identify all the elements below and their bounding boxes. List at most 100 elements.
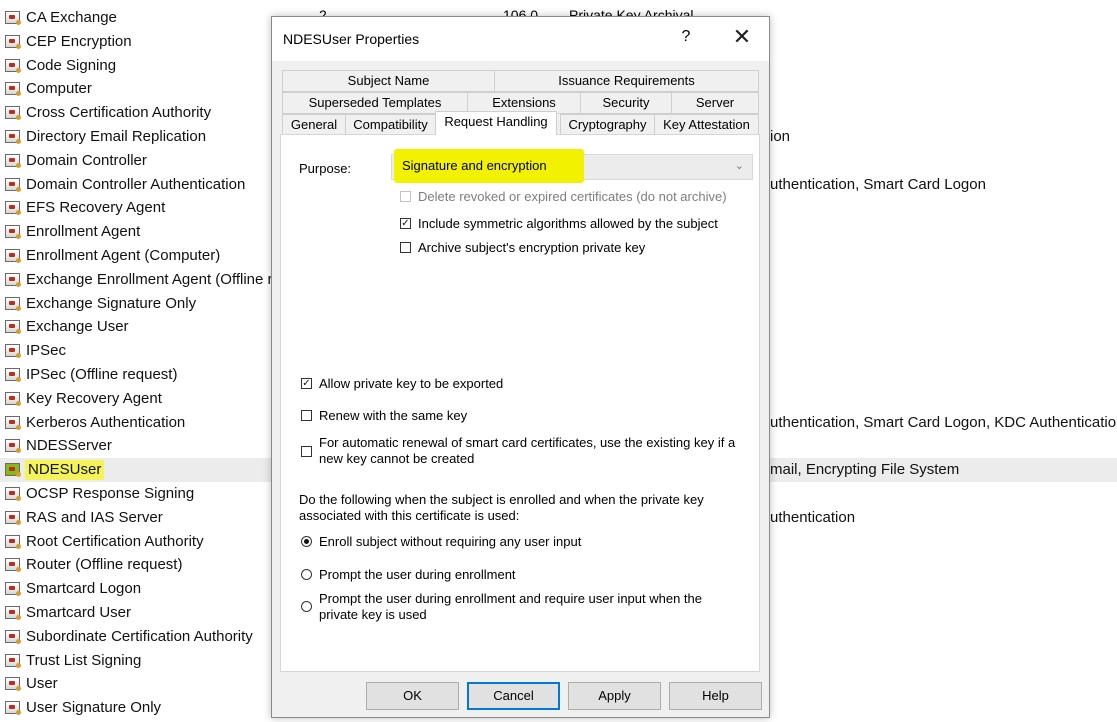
include-symmetric-checkbox[interactable]: ✓ [400, 218, 411, 229]
certificate-template-icon [5, 415, 21, 430]
certificate-template-icon [5, 249, 21, 263]
dialog-titlebar: NDESUser Properties ? ✕ [272, 17, 769, 61]
archive-key-checkbox[interactable] [400, 242, 411, 253]
tab-compatibility[interactable]: Compatibility [345, 114, 436, 136]
enroll-no-input-label: Enroll subject without requiring any use… [319, 534, 582, 549]
template-application-policies: ion [770, 128, 791, 145]
include-symmetric-label: Include symmetric algorithms allowed by … [418, 216, 718, 231]
smartcard-renewal-label-1: For automatic renewal of smart card cert… [319, 435, 736, 450]
tab-key-attestation[interactable]: Key Attestation [654, 114, 759, 136]
prompt-user-radio[interactable] [301, 569, 312, 580]
tab-server[interactable]: Server [671, 92, 759, 114]
certificate-template-icon [5, 344, 21, 359]
tab-security[interactable]: Security [580, 92, 672, 114]
template-name: User Signature Only [26, 699, 162, 717]
template-name: Enrollment Agent [26, 223, 141, 241]
archive-key-label: Archive subject's encryption private key [418, 240, 646, 255]
tab-general[interactable]: General [282, 114, 346, 136]
template-name: Domain Controller Authentication [26, 175, 246, 193]
template-name: Exchange User [26, 318, 129, 336]
delete-revoked-label: Delete revoked or expired certificates (… [418, 189, 727, 204]
request-handling-panel: Purpose: Signature and encryption ⌄ Dele… [280, 134, 760, 672]
template-name: Trust List Signing [26, 651, 142, 669]
cancel-button[interactable]: Cancel [467, 682, 560, 710]
template-name: Subordinate Certification Authority [26, 627, 253, 645]
template-name: NDESServer [26, 437, 112, 455]
certificate-template-icon [5, 606, 21, 620]
template-name: Enrollment Agent (Computer) [26, 247, 221, 264]
certificate-template-icon [5, 225, 21, 240]
template-name: Smartcard User [26, 604, 132, 621]
certificate-template-icon [5, 296, 21, 311]
properties-dialog: NDESUser Properties ? ✕ Subject Name Iss… [271, 16, 770, 718]
template-application-policies: mail, Encrypting File System [770, 461, 960, 479]
apply-button[interactable]: Apply [568, 682, 661, 710]
tab-subject-name[interactable]: Subject Name [282, 70, 495, 92]
certificate-template-icon [5, 510, 21, 525]
renew-same-key-checkbox[interactable] [301, 410, 312, 421]
tab-cryptography[interactable]: Cryptography [560, 114, 655, 136]
smartcard-renewal-checkbox[interactable] [301, 446, 312, 457]
template-name: Cross Certification Authority [26, 104, 212, 122]
tab-issuance-requirements[interactable]: Issuance Requirements [494, 70, 759, 92]
template-name: IPSec (Offline request) [26, 366, 178, 383]
template-name: EFS Recovery Agent [26, 199, 166, 217]
template-name: CA Exchange [26, 9, 117, 26]
template-name: Exchange Signature Only [26, 294, 197, 312]
help-question-button[interactable]: ? [678, 28, 694, 46]
tab-request-handling[interactable]: Request Handling [435, 111, 557, 135]
enroll-no-input-radio[interactable] [301, 536, 312, 547]
certificate-template-icon [5, 534, 21, 549]
template-name: Router (Offline request) [26, 556, 183, 574]
template-name: Code Signing [26, 56, 117, 74]
certificate-template-icon [5, 177, 21, 192]
template-name: NDESUser [25, 460, 105, 481]
certificate-template-icon [5, 272, 21, 287]
purpose-dropdown[interactable]: Signature and encryption ⌄ [391, 149, 753, 183]
certificate-template-icon [5, 629, 21, 644]
template-application-policies: uthentication, Smart Card Logon [770, 175, 986, 193]
certificate-template-icon [5, 463, 21, 478]
template-application-policies: uthentication [770, 508, 856, 526]
template-name: CEP Encryption [26, 32, 132, 50]
purpose-label: Purpose: [299, 161, 352, 176]
template-name: Computer [26, 80, 92, 98]
smartcard-renewal-label-2: new key cannot be created [319, 451, 475, 466]
certificate-template-icon [5, 701, 21, 716]
certificate-template-icon [5, 653, 21, 668]
allow-export-label: Allow private key to be exported [319, 376, 504, 391]
delete-revoked-checkbox[interactable] [400, 191, 411, 202]
template-name: User [26, 675, 58, 693]
certificate-template-icon [5, 487, 21, 501]
certificate-template-icon [5, 558, 21, 573]
dialog-title: NDESUser Properties [283, 31, 420, 47]
template-name: Exchange Enrollment Agent (Offline re [26, 270, 281, 288]
ok-button[interactable]: OK [366, 682, 459, 710]
prompt-require-radio[interactable] [301, 601, 312, 612]
template-name: RAS and IAS Server [26, 508, 163, 526]
prompt-user-label: Prompt the user during enrollment [319, 567, 516, 582]
template-name: Kerberos Authentication [26, 413, 186, 431]
close-icon[interactable]: ✕ [730, 25, 754, 49]
template-name: Domain Controller [26, 151, 147, 169]
certificate-template-icon [5, 153, 21, 168]
certificate-template-icon [5, 201, 21, 216]
purpose-value: Signature and encryption [394, 149, 584, 183]
certificate-template-icon [5, 439, 21, 454]
template-application-policies: uthentication, Smart Card Logon, KDC Aut… [770, 413, 1117, 431]
enroll-description-2: associated with this certificate is used… [299, 508, 520, 523]
certificate-template-icon [5, 368, 21, 382]
allow-export-checkbox[interactable]: ✓ [301, 378, 312, 389]
certificate-template-icon [5, 11, 21, 25]
template-name: Root Certification Authority [26, 532, 204, 550]
certificate-template-icon [5, 677, 21, 692]
prompt-require-label-2: private key is used [319, 607, 427, 622]
help-button[interactable]: Help [669, 682, 762, 710]
certificate-template-icon [5, 82, 21, 97]
enroll-description-1: Do the following when the subject is enr… [299, 492, 704, 507]
certificate-template-icon [5, 391, 21, 406]
certificate-template-icon [5, 320, 21, 335]
template-name: IPSec [26, 342, 67, 360]
template-name: Key Recovery Agent [26, 389, 162, 407]
prompt-require-label-1: Prompt the user during enrollment and re… [319, 591, 702, 606]
